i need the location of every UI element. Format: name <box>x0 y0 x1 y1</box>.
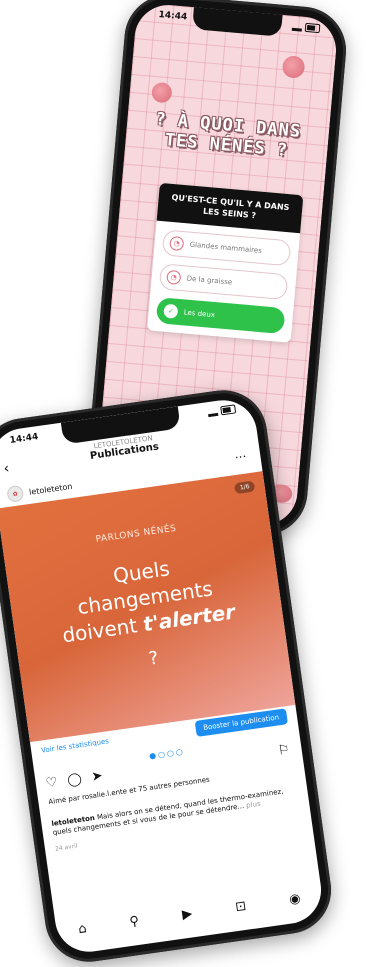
decor-blob <box>281 55 306 79</box>
option-radio-icon: ◔ <box>166 269 182 285</box>
quiz-title: ? À QUOI DANS TES NÉNÉS ? <box>135 108 320 164</box>
username[interactable]: letoleteton <box>29 481 73 496</box>
option-label: Glandes mammaires <box>189 240 263 255</box>
quiz-option[interactable]: ◔ De la graisse <box>158 263 289 301</box>
quiz-question: QU'EST-CE QU'IL Y A DANS LES SEINS ? <box>156 182 304 234</box>
search-icon[interactable]: ⚲ <box>129 914 141 930</box>
option-radio-icon: ◔ <box>169 235 185 252</box>
battery-icon <box>220 403 237 415</box>
comment-icon[interactable]: ◯ <box>66 771 83 788</box>
stats-link[interactable]: Voir les statistiques <box>41 737 110 754</box>
signal-icon <box>207 405 219 418</box>
status-time: 14:44 <box>9 432 39 447</box>
battery-icon <box>304 22 321 33</box>
check-icon: ✓ <box>163 303 179 319</box>
option-label: Les deux <box>183 308 216 320</box>
shop-icon[interactable]: ⊡ <box>234 899 247 915</box>
reels-icon[interactable]: ▶ <box>181 906 193 922</box>
post-date: 24 avril <box>54 842 78 853</box>
bookmark-icon[interactable]: ⚐ <box>277 742 291 758</box>
like-icon[interactable]: ♡ <box>45 775 59 791</box>
quiz-option[interactable]: ◔ Glandes mammaires <box>161 229 292 267</box>
signal-icon <box>291 20 303 32</box>
tab-bar: ⌂ ⚲ ▶ ⊡ ◉ <box>56 888 323 940</box>
status-time: 14:44 <box>158 10 188 23</box>
post-image[interactable]: 1/6 PARLONS NÉNÉS Quels changements doiv… <box>0 471 296 743</box>
home-icon[interactable]: ⌂ <box>77 921 87 937</box>
carousel-counter: 1/6 <box>234 480 256 495</box>
avatar[interactable]: ✿ <box>6 484 25 503</box>
share-icon[interactable]: ➤ <box>91 768 104 784</box>
quiz-card: QU'EST-CE QU'IL Y A DANS LES SEINS ? ◔ G… <box>147 182 304 343</box>
caption-more-link[interactable]: plus <box>246 800 261 810</box>
decor-blob <box>150 81 173 104</box>
option-label: De la graisse <box>186 274 233 287</box>
more-icon[interactable]: ··· <box>234 449 247 464</box>
profile-icon[interactable]: ◉ <box>288 891 301 907</box>
quiz-option-correct[interactable]: ✓ Les deux <box>155 297 286 335</box>
